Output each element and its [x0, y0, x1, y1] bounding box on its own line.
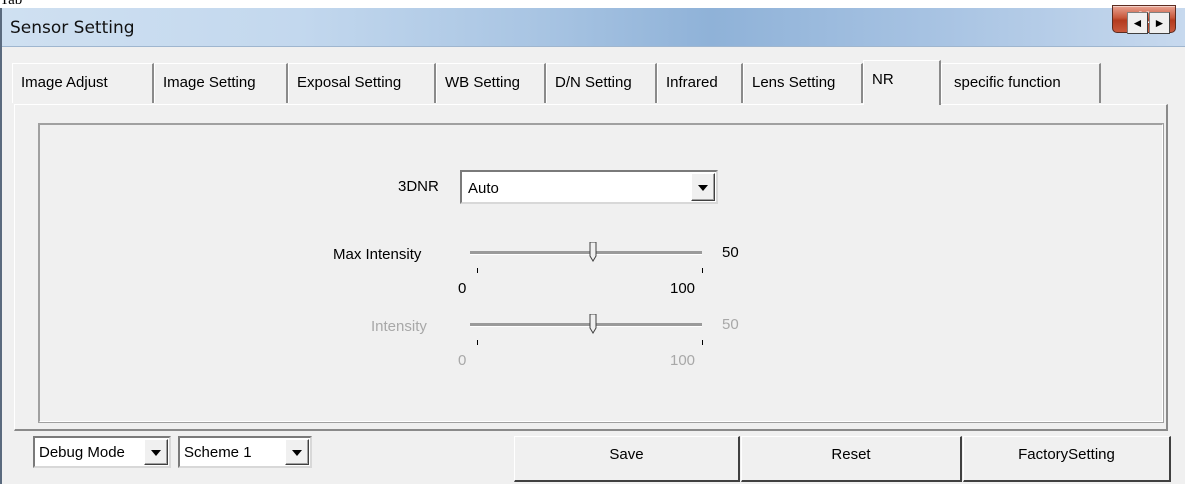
title-bar: Sensor Setting X — [2, 5, 1185, 47]
tab-image-setting[interactable]: Image Setting — [154, 63, 288, 103]
intensity-min-label: 0 — [458, 352, 467, 369]
background-text-fragment: Tab — [0, 0, 23, 8]
window-title: Sensor Setting — [10, 18, 135, 38]
reset-button[interactable]: Reset — [741, 436, 962, 482]
3dnr-select-value: Auto — [468, 180, 499, 197]
tab-nr[interactable]: NR — [863, 60, 941, 105]
max-intensity-min-label: 0 — [458, 280, 467, 297]
tab-label: Exposal Setting — [297, 74, 402, 91]
tab-label: D/N Setting — [555, 74, 632, 91]
tab-infrared[interactable]: Infrared — [657, 63, 743, 103]
nr-group-box — [38, 123, 1164, 423]
max-intensity-value: 50 — [722, 244, 739, 261]
save-button-label: Save — [609, 446, 644, 463]
factory-setting-button[interactable]: FactorySetting — [963, 436, 1171, 482]
tab-wb-setting[interactable]: WB Setting — [436, 63, 546, 103]
slider-tick-min — [477, 340, 478, 345]
max-intensity-slider[interactable] — [466, 240, 710, 264]
slider-tick-min — [477, 268, 478, 273]
3dnr-dropdown-button[interactable] — [691, 173, 715, 201]
slider-thumb[interactable] — [589, 242, 597, 262]
scheme-select-value: Scheme 1 — [184, 444, 252, 461]
tab-strip: Image Adjust Image Setting Exposal Setti… — [12, 60, 1172, 105]
intensity-slider — [466, 312, 710, 336]
reset-button-label: Reset — [831, 446, 871, 463]
mode-select[interactable]: Debug Mode — [33, 436, 171, 468]
tab-label: specific function — [954, 74, 1061, 91]
tab-label: Lens Setting — [752, 74, 836, 91]
scheme-dropdown-button[interactable] — [285, 439, 309, 465]
scheme-select[interactable]: Scheme 1 — [178, 436, 312, 468]
tab-lens-setting[interactable]: Lens Setting — [743, 63, 863, 103]
slider-thumb — [589, 314, 597, 334]
chevron-down-icon — [698, 185, 708, 191]
slider-tick-max — [702, 268, 703, 273]
save-button[interactable]: Save — [514, 436, 740, 482]
tab-label: Image Adjust — [21, 74, 108, 91]
mode-select-value: Debug Mode — [39, 444, 125, 461]
chevron-down-icon — [292, 450, 302, 456]
scroll-right-button[interactable]: ► — [1149, 12, 1170, 34]
max-intensity-label: Max Intensity — [333, 246, 422, 263]
3dnr-label: 3DNR — [398, 178, 439, 195]
max-intensity-max-label: 100 — [670, 280, 696, 297]
tab-image-adjust[interactable]: Image Adjust — [12, 63, 154, 103]
tab-label: NR — [872, 71, 894, 88]
mode-dropdown-button[interactable] — [144, 439, 168, 465]
arrow-right-icon: ► — [1153, 16, 1166, 30]
intensity-label: Intensity — [371, 318, 427, 335]
tab-specific-function[interactable]: specific function — [941, 63, 1101, 103]
tab-dn-setting[interactable]: D/N Setting — [546, 63, 657, 103]
tab-exposal-setting[interactable]: Exposal Setting — [288, 63, 436, 103]
slider-track — [470, 323, 702, 327]
factory-setting-button-label: FactorySetting — [1018, 446, 1115, 463]
slider-tick-max — [702, 340, 703, 345]
3dnr-select[interactable]: Auto — [460, 170, 718, 204]
intensity-value: 50 — [722, 316, 739, 333]
intensity-max-label: 100 — [670, 352, 696, 369]
tab-label: WB Setting — [445, 74, 521, 91]
slider-track — [470, 251, 702, 255]
tab-label: Image Setting — [163, 74, 256, 91]
tab-label: Infrared — [666, 74, 718, 91]
arrow-left-icon: ◄ — [1131, 16, 1144, 30]
chevron-down-icon — [151, 450, 161, 456]
tab-scroll-buttons: ◄ ► — [1127, 12, 1173, 34]
scroll-left-button[interactable]: ◄ — [1127, 12, 1148, 34]
